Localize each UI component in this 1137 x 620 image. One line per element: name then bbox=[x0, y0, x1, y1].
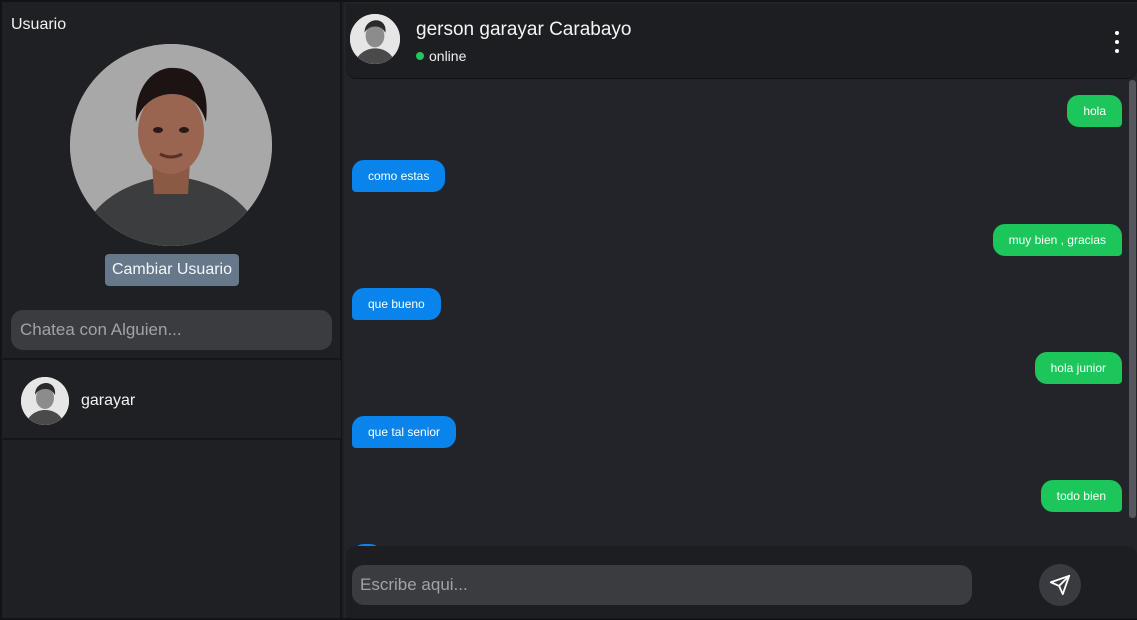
user-photo-icon bbox=[70, 44, 272, 246]
search-input[interactable] bbox=[11, 310, 332, 350]
change-user-button[interactable]: Cambiar Usuario bbox=[105, 254, 239, 286]
message-outgoing: muy bien , gracias bbox=[992, 224, 1122, 256]
scrollbar[interactable] bbox=[1129, 80, 1136, 518]
message-incoming: como estas bbox=[352, 160, 446, 192]
chat-contact-name: gerson garayar Carabayo bbox=[416, 19, 632, 40]
chat-status-label: online bbox=[429, 48, 467, 64]
message-outgoing: hola bbox=[1067, 95, 1122, 127]
chat-panel: gerson garayar Carabayo online hola como… bbox=[344, 2, 1137, 618]
sidebar: Usuario Cambiar Usuario Chatea con Algui… bbox=[2, 2, 342, 618]
chat-header: gerson garayar Carabayo online bbox=[346, 4, 1137, 78]
contact-item-garayar[interactable]: garayar bbox=[3, 358, 341, 440]
chat-app: Usuario Cambiar Usuario Chatea con Algui… bbox=[0, 0, 1137, 620]
contact-name: garayar bbox=[81, 392, 136, 409]
contact-avatar bbox=[21, 377, 69, 425]
message-incoming: que tal senior bbox=[352, 416, 457, 448]
message-input[interactable] bbox=[352, 565, 972, 605]
online-indicator-icon bbox=[416, 52, 424, 60]
message-list: hola como estas muy bien , gracias que b… bbox=[344, 80, 1137, 546]
chat-contact-photo-icon bbox=[350, 14, 400, 64]
message-outgoing: todo bien bbox=[1040, 480, 1122, 512]
contact-photo-icon bbox=[21, 377, 69, 425]
sidebar-title: Usuario bbox=[11, 16, 67, 33]
send-button[interactable] bbox=[1039, 564, 1081, 606]
message-outgoing: hola junior bbox=[1034, 352, 1122, 384]
user-avatar bbox=[70, 44, 272, 246]
message-incoming: que bueno bbox=[352, 288, 441, 320]
vertical-dots-icon[interactable] bbox=[1113, 31, 1121, 53]
chat-status: online bbox=[416, 48, 466, 64]
paper-plane-icon bbox=[1049, 574, 1071, 596]
message-composer bbox=[346, 546, 1137, 618]
chat-contact-avatar[interactable] bbox=[350, 14, 400, 64]
